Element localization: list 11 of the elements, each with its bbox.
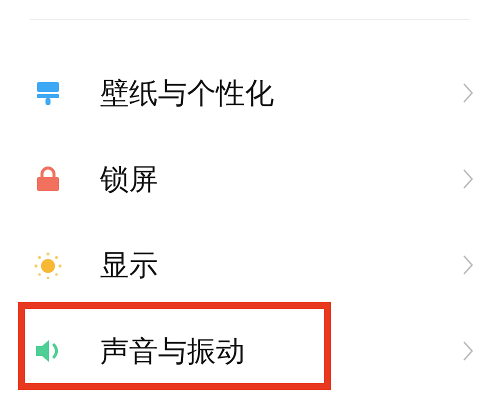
setting-label: 锁屏 xyxy=(100,164,159,194)
chevron-right-icon xyxy=(462,254,474,276)
lock-icon xyxy=(34,165,62,193)
paint-brush-icon xyxy=(34,79,62,107)
setting-label: 声音与振动 xyxy=(100,336,246,366)
sun-icon xyxy=(34,251,62,279)
setting-label: 显示 xyxy=(100,250,159,280)
chevron-right-icon xyxy=(462,82,474,104)
chevron-right-icon xyxy=(462,340,474,362)
chevron-right-icon xyxy=(462,168,474,190)
setting-label: 壁纸与个性化 xyxy=(100,78,275,108)
